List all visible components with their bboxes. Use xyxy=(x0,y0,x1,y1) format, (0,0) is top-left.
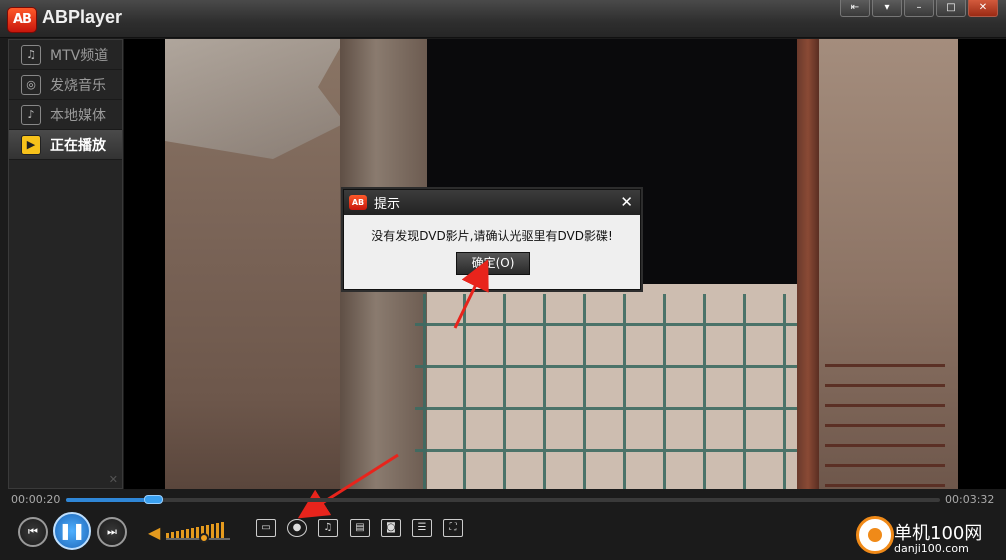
next-button[interactable]: ⏭ xyxy=(97,517,127,547)
playlist-button[interactable]: ☰ xyxy=(412,519,432,537)
pause-button[interactable]: ❚❚ xyxy=(53,512,91,550)
sidebar-item-now-playing[interactable]: ▶ 正在播放 xyxy=(9,130,122,160)
watermark-logo xyxy=(856,516,894,554)
app-logo: AB xyxy=(7,7,37,33)
sidebar-item-label: 正在播放 xyxy=(50,137,106,154)
collapse-icon[interactable]: ✕ xyxy=(109,473,118,486)
volume-level-bars xyxy=(166,518,224,538)
disc-icon: ◎ xyxy=(21,74,41,95)
folder-icon: ▭ xyxy=(261,522,271,533)
restore-mini-button[interactable]: ⇤ xyxy=(840,0,870,17)
volume-slider[interactable] xyxy=(166,538,230,540)
next-icon: ⏭ xyxy=(107,525,117,538)
ok-button[interactable]: 确定(O) xyxy=(456,252,530,275)
fullscreen-icon: ⛶ xyxy=(449,522,457,533)
music-library-icon: ♫ xyxy=(323,522,333,533)
open-dvd-button[interactable]: ● xyxy=(287,519,307,537)
music-note-icon: ♪ xyxy=(21,104,41,125)
dialog-title-bar: AB 提示 ✕ xyxy=(344,190,640,215)
sidebar-item-local-media[interactable]: ♪ 本地媒体 xyxy=(9,100,122,130)
minimize-button[interactable]: – xyxy=(904,0,934,17)
title-bar: AB ABPlayer ⇤ ▾ – □ ✕ xyxy=(0,0,1006,38)
volume-handle[interactable] xyxy=(199,533,210,543)
progress-fill xyxy=(66,498,154,502)
watermark-domain: danji100.com xyxy=(894,542,969,555)
dialog-title: 提示 xyxy=(374,197,401,212)
close-button[interactable]: ✕ xyxy=(968,0,998,17)
screenshot-button[interactable]: ◙ xyxy=(381,519,401,537)
fullscreen-button[interactable]: ⛶ xyxy=(443,519,463,537)
subtitle-button[interactable]: ▤ xyxy=(350,519,370,537)
sidebar-item-label: 发烧音乐 xyxy=(50,77,106,94)
dialog-message: 没有发现DVD影片,请确认光驱里有DVD影碟! xyxy=(371,229,613,243)
maximize-button[interactable]: □ xyxy=(936,0,966,17)
close-icon: ✕ xyxy=(978,2,988,13)
screenshot-icon: ◙ xyxy=(386,522,396,533)
sidebar-item-hifi-music[interactable]: ◎ 发烧音乐 xyxy=(9,70,122,100)
menu-button[interactable]: ▾ xyxy=(872,0,902,17)
sidebar: ♫ MTV频道 ◎ 发烧音乐 ♪ 本地媒体 ▶ 正在播放 ✕ xyxy=(8,39,123,489)
sidebar-item-label: 本地媒体 xyxy=(50,107,106,124)
volume-icon[interactable]: ◀ xyxy=(148,523,160,542)
subtitle-icon: ▤ xyxy=(355,522,365,533)
dialog-logo: AB xyxy=(349,195,367,210)
pause-icon: ❚❚ xyxy=(58,521,86,540)
total-time: 00:03:32 xyxy=(945,493,995,506)
music-score-icon: ♫ xyxy=(21,44,41,65)
restore-mini-icon: ⇤ xyxy=(850,2,860,13)
current-time: 00:00:20 xyxy=(11,493,61,506)
playlist-icon: ☰ xyxy=(417,522,427,533)
dvd-disc-icon: ● xyxy=(292,522,302,533)
sidebar-item-label: MTV频道 xyxy=(50,47,109,64)
minimize-icon: – xyxy=(916,2,922,13)
open-file-button[interactable]: ▭ xyxy=(256,519,276,537)
play-icon: ▶ xyxy=(21,134,41,155)
alert-dialog: AB 提示 ✕ 没有发现DVD影片,请确认光驱里有DVD影碟! 确定(O) xyxy=(343,189,641,290)
previous-icon: ⏮ xyxy=(28,525,38,538)
maximize-icon: □ xyxy=(946,2,956,13)
previous-button[interactable]: ⏮ xyxy=(18,517,48,547)
window-controls: ⇤ ▾ – □ ✕ xyxy=(840,0,998,17)
dropdown-icon: ▾ xyxy=(884,2,890,13)
sidebar-item-mtv[interactable]: ♫ MTV频道 xyxy=(9,40,122,70)
progress-handle[interactable] xyxy=(144,495,164,504)
dialog-close-icon[interactable]: ✕ xyxy=(620,193,633,211)
progress-bar[interactable] xyxy=(66,495,940,504)
app-title: ABPlayer xyxy=(42,7,123,27)
music-library-button[interactable]: ♫ xyxy=(318,519,338,537)
